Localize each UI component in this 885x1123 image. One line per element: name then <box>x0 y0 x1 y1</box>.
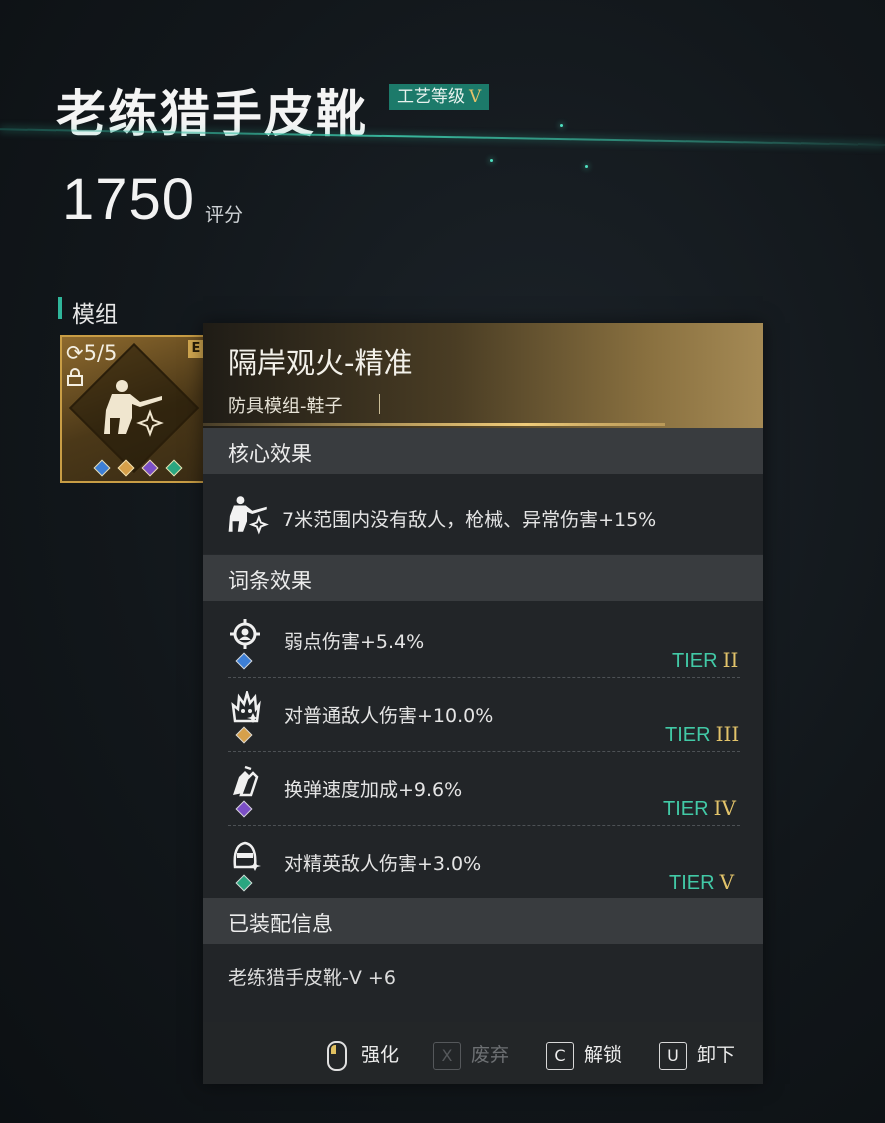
equipped-title: 已装配信息 <box>228 912 333 936</box>
affix-tier: TIER III <box>665 722 740 746</box>
craft-tier-value: V <box>469 87 482 107</box>
affix-text: 弱点伤害+5.4% <box>284 631 425 653</box>
gem-purple-icon <box>141 459 159 477</box>
discard-button[interactable]: X 废弃 <box>433 1040 509 1070</box>
key-c-icon: C <box>546 1041 574 1070</box>
enhance-button[interactable]: 强化 <box>327 1040 399 1071</box>
core-effect-text: 7米范围内没有敌人，枪械、异常伤害+15% <box>282 509 657 531</box>
crosshair-icon <box>230 619 260 649</box>
mouse-left-icon <box>327 1040 347 1071</box>
affix-tier: TIER II <box>672 648 739 672</box>
section-marker <box>58 297 62 319</box>
key-x-icon: X <box>433 1041 461 1070</box>
affix-divider <box>228 751 740 752</box>
tooltip-header-line <box>203 423 665 426</box>
unequip-button[interactable]: U 卸下 <box>659 1040 735 1070</box>
module-rarity-tag: E <box>188 340 204 358</box>
subtitle-divider <box>379 394 380 414</box>
gem-gold-icon <box>117 459 135 477</box>
elite-mask-icon <box>233 841 261 871</box>
key-u-icon: U <box>659 1041 687 1070</box>
sparkle-dot <box>490 159 493 162</box>
craft-tier-label: 工艺等级 <box>397 87 465 107</box>
affix-divider <box>228 677 740 678</box>
sniper-star-icon <box>104 380 164 437</box>
affix-text: 对精英敌人伤害+3.0% <box>284 853 482 875</box>
flame-face-icon <box>231 691 261 723</box>
affix-title: 词条效果 <box>228 569 312 593</box>
affix-tier: TIER V <box>669 870 735 894</box>
lock-icon <box>66 368 84 390</box>
sniper-star-icon <box>228 496 269 535</box>
gem-blue-icon <box>93 459 111 477</box>
module-count: ⟳5/5 <box>66 341 118 365</box>
unlock-button[interactable]: C 解锁 <box>546 1040 622 1070</box>
equipped-item-text: 老练猎手皮靴-V +6 <box>228 967 396 989</box>
ammo-icon <box>233 765 259 797</box>
gem-green-icon <box>165 459 183 477</box>
gear-score-unit: 评分 <box>205 204 244 226</box>
module-name: 隔岸观火-精准 <box>228 346 413 380</box>
affix-text: 对普通敌人伤害+10.0% <box>284 705 494 727</box>
affix-divider <box>228 825 740 826</box>
craft-tier-badge: 工艺等级 V <box>389 84 490 110</box>
affix-text: 换弹速度加成+9.6% <box>284 779 463 801</box>
refresh-icon: ⟳ <box>66 341 84 365</box>
gear-score: 1750 <box>62 167 196 232</box>
mods-section-label: 模组 <box>72 302 118 328</box>
sparkle-dot <box>560 124 563 127</box>
core-effect-title: 核心效果 <box>228 442 312 466</box>
affix-tier: TIER IV <box>663 796 736 820</box>
sparkle-dot <box>585 165 588 168</box>
module-gem-row <box>90 459 186 478</box>
module-type: 防具模组-鞋子 <box>228 396 343 417</box>
